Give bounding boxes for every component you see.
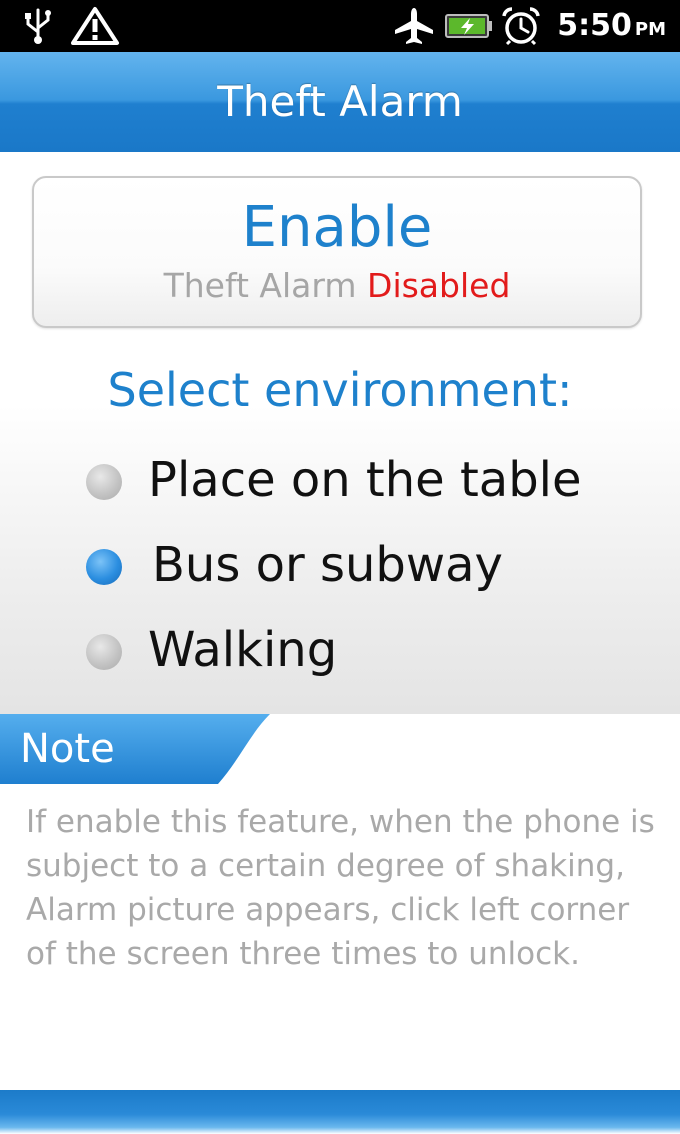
alarm-status-prefix: Theft Alarm — [163, 266, 357, 305]
clock: 5:50 PM — [557, 8, 666, 48]
option-label: Place on the table — [148, 452, 582, 508]
clock-time: 5:50 — [557, 8, 632, 43]
note-header: Note — [0, 714, 680, 784]
title-bar: Theft Alarm — [0, 52, 680, 152]
battery-charging-icon — [445, 14, 492, 38]
radio-unselected-icon[interactable] — [86, 464, 122, 500]
option-place-on-table[interactable]: Place on the table — [86, 450, 646, 510]
option-walking[interactable]: Walking — [86, 620, 646, 680]
status-bar: 5:50 PM — [0, 0, 680, 52]
radio-selected-icon[interactable] — [86, 549, 122, 585]
alarm-status: Theft Alarm Disabled — [34, 266, 640, 306]
option-bus-or-subway[interactable]: Bus or subway — [86, 535, 646, 595]
usb-icon — [25, 8, 51, 44]
note-title: Note — [20, 726, 115, 772]
airplane-icon — [395, 8, 433, 44]
option-label: Bus or subway — [152, 537, 503, 593]
clock-ampm: PM — [634, 19, 666, 40]
radio-unselected-icon[interactable] — [86, 634, 122, 670]
option-label: Walking — [148, 622, 338, 678]
warning-icon — [71, 7, 119, 45]
enable-button-label: Enable — [241, 195, 433, 260]
page-title: Theft Alarm — [217, 77, 463, 126]
main-panel: Enable Theft Alarm Disabled Select envir… — [0, 152, 680, 714]
bottom-bar — [0, 1090, 680, 1134]
alarm-clock-icon — [502, 7, 540, 46]
enable-button[interactable]: Enable Theft Alarm Disabled — [32, 176, 642, 328]
alarm-status-value: Disabled — [367, 266, 511, 305]
environment-heading: Select environment: — [107, 363, 573, 417]
note-text: If enable this feature, when the phone i… — [26, 804, 655, 972]
